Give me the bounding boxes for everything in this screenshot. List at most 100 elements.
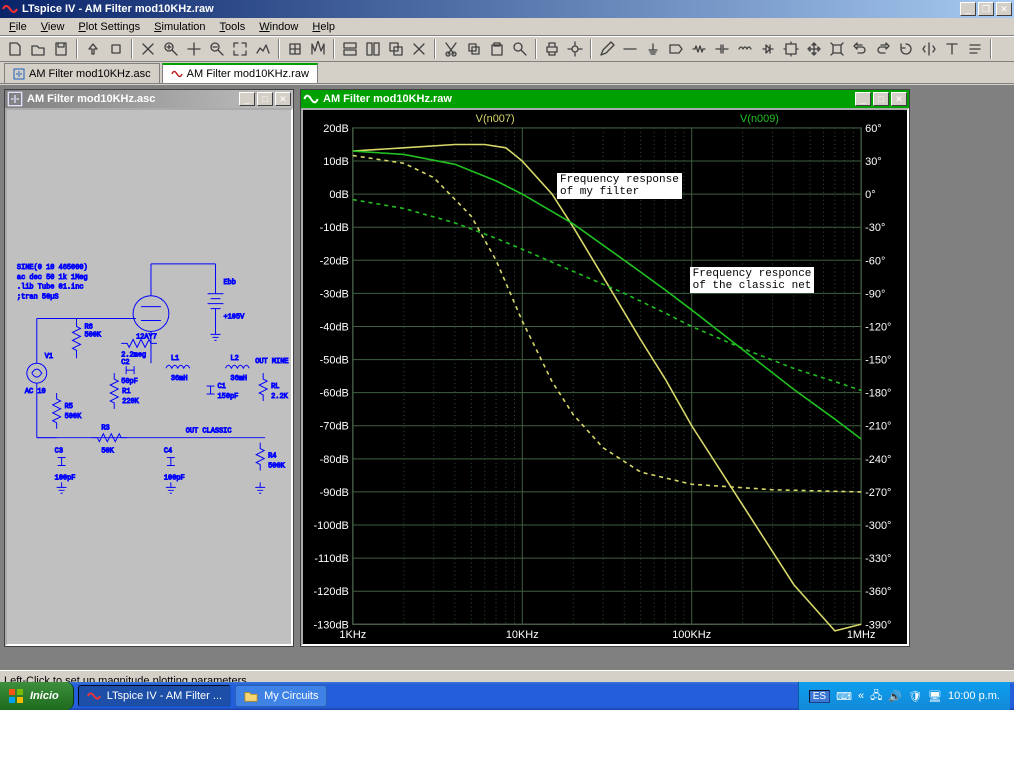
pan-button[interactable] xyxy=(183,38,205,60)
menu-tools[interactable]: Tools xyxy=(213,19,253,35)
svg-text:0°: 0° xyxy=(865,189,875,201)
paste-button[interactable] xyxy=(486,38,508,60)
plot-canvas[interactable]: -130dB-120dB-110dB-100dB-90dB-80dB-70dB-… xyxy=(301,108,909,646)
svg-text:R1: R1 xyxy=(122,388,130,396)
schematic-icon xyxy=(13,68,25,80)
capacitor-icon xyxy=(714,41,730,57)
zoom-in-button[interactable] xyxy=(160,38,182,60)
svg-text:-80dB: -80dB xyxy=(320,454,349,466)
cut-button[interactable] xyxy=(440,38,462,60)
menu-view[interactable]: View xyxy=(34,19,72,35)
system-tray[interactable]: ES ⌨ « 🖧 🔊 🛡 🖥 10:00 p.m. xyxy=(798,682,1010,710)
svg-text:-110dB: -110dB xyxy=(314,553,349,565)
tab-waveform[interactable]: AM Filter mod10KHz.raw xyxy=(162,63,318,83)
grid-dots-button[interactable] xyxy=(284,38,306,60)
inductor-button[interactable] xyxy=(734,38,756,60)
child-maximize-button[interactable]: □ xyxy=(257,92,273,106)
undo-button[interactable] xyxy=(849,38,871,60)
component-button[interactable] xyxy=(780,38,802,60)
tray-shield-icon[interactable]: 🛡 xyxy=(908,690,922,703)
label-icon xyxy=(668,41,684,57)
label-button[interactable] xyxy=(665,38,687,60)
drag-button[interactable] xyxy=(826,38,848,60)
menu-file[interactable]: File xyxy=(2,19,34,35)
zoom-out-button[interactable] xyxy=(206,38,228,60)
copy-button[interactable] xyxy=(463,38,485,60)
spice-dir-button[interactable] xyxy=(964,38,986,60)
svg-text:-120°: -120° xyxy=(865,321,891,333)
setup-button[interactable] xyxy=(564,38,586,60)
tile-v-icon xyxy=(365,41,381,57)
rotate-icon xyxy=(898,41,914,57)
tile-v-button[interactable] xyxy=(362,38,384,60)
menu-window[interactable]: Window xyxy=(252,19,305,35)
tab-schematic[interactable]: AM Filter mod10KHz.asc xyxy=(4,63,160,83)
minimize-button[interactable]: _ xyxy=(960,2,976,16)
plot-titlebar[interactable]: AM Filter mod10KHz.raw _ □ ✕ xyxy=(301,90,909,108)
tray-expand-icon[interactable]: « xyxy=(858,690,864,702)
tray-volume-icon[interactable]: 🔊 xyxy=(888,690,902,703)
mdi-client-area: AM Filter mod10KHz.asc _ □ ✕ SINE(0 10 4… xyxy=(0,85,1014,670)
tile-h-button[interactable] xyxy=(339,38,361,60)
menu-simulation[interactable]: Simulation xyxy=(147,19,212,35)
menu-plot-settings[interactable]: Plot Settings xyxy=(71,19,147,35)
tray-keyboard-icon[interactable]: ⌨ xyxy=(836,690,852,703)
close-win-button[interactable] xyxy=(408,38,430,60)
find-button[interactable] xyxy=(509,38,531,60)
close-button[interactable]: ✕ xyxy=(996,2,1012,16)
svg-text:100pF: 100pF xyxy=(164,474,185,482)
svg-text:-210°: -210° xyxy=(865,421,891,433)
redo-button[interactable] xyxy=(872,38,894,60)
start-button[interactable]: Inicio xyxy=(0,682,74,710)
cut-wire-button[interactable] xyxy=(137,38,159,60)
child-maximize-button[interactable]: □ xyxy=(873,92,889,106)
svg-text:-270°: -270° xyxy=(865,487,891,499)
svg-text:10dB: 10dB xyxy=(323,156,349,168)
tray-network-icon[interactable]: 🖧 xyxy=(870,687,882,706)
rotate-button[interactable] xyxy=(895,38,917,60)
svg-text:2.2K: 2.2K xyxy=(271,393,288,401)
wire-button[interactable] xyxy=(619,38,641,60)
child-minimize-button[interactable]: _ xyxy=(239,92,255,106)
fft-button[interactable] xyxy=(307,38,329,60)
child-minimize-button[interactable]: _ xyxy=(855,92,871,106)
svg-text:50K: 50K xyxy=(101,448,114,456)
svg-text:C4: C4 xyxy=(164,448,172,456)
save-file-button[interactable] xyxy=(50,38,72,60)
schematic-titlebar[interactable]: AM Filter mod10KHz.asc _ □ ✕ xyxy=(5,90,293,108)
tray-display-icon[interactable]: 🖥 xyxy=(928,690,942,703)
tab-label: AM Filter mod10KHz.raw xyxy=(187,68,309,80)
mirror-button[interactable] xyxy=(918,38,940,60)
cascade-button[interactable] xyxy=(385,38,407,60)
menu-bar: File View Plot Settings Simulation Tools… xyxy=(0,18,1014,36)
child-close-button[interactable]: ✕ xyxy=(275,92,291,106)
new-file-button[interactable] xyxy=(4,38,26,60)
tray-clock[interactable]: 10:00 p.m. xyxy=(948,690,1000,702)
menu-help[interactable]: Help xyxy=(305,19,342,35)
undo-icon xyxy=(852,41,868,57)
child-close-button[interactable]: ✕ xyxy=(891,92,907,106)
start-label: Inicio xyxy=(30,690,59,702)
ground-button[interactable] xyxy=(642,38,664,60)
pencil-button[interactable] xyxy=(596,38,618,60)
run-sim-button[interactable] xyxy=(82,38,104,60)
svg-text:R3: R3 xyxy=(101,425,109,433)
restore-button[interactable]: ❐ xyxy=(978,2,994,16)
diode-button[interactable] xyxy=(757,38,779,60)
language-indicator[interactable]: ES xyxy=(809,690,830,703)
move-button[interactable] xyxy=(803,38,825,60)
tab-label: AM Filter mod10KHz.asc xyxy=(29,68,151,80)
taskbar-item-ltspice[interactable]: LTspice IV - AM Filter ... xyxy=(78,685,231,707)
halt-sim-button[interactable] xyxy=(105,38,127,60)
print-button[interactable] xyxy=(541,38,563,60)
taskbar-item-folder[interactable]: My Circuits xyxy=(235,685,327,707)
capacitor-button[interactable] xyxy=(711,38,733,60)
autorange-button[interactable] xyxy=(252,38,274,60)
zoom-fit-button[interactable] xyxy=(229,38,251,60)
resistor-button[interactable] xyxy=(688,38,710,60)
open-file-button[interactable] xyxy=(27,38,49,60)
halt-sim-icon xyxy=(108,41,124,57)
svg-text:20dB: 20dB xyxy=(323,123,349,135)
text-button[interactable] xyxy=(941,38,963,60)
schematic-canvas[interactable]: SINE(0 10 465000) ac dec 50 1k 1Meg .lib… xyxy=(5,108,293,646)
